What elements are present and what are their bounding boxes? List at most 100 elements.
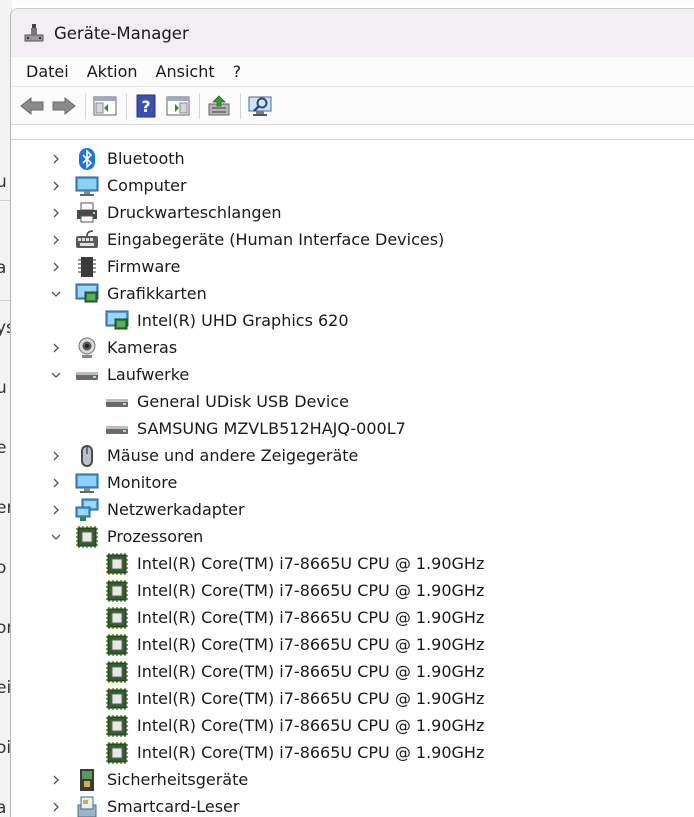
chevron-down-icon[interactable] <box>49 368 63 382</box>
background-text: a <box>0 258 7 278</box>
chevron-right-icon[interactable] <box>49 800 63 814</box>
device-manager-window: Geräte-Manager Datei Aktion Ansicht ? ? … <box>10 8 694 817</box>
chevron-right-icon[interactable] <box>49 233 63 247</box>
tree-category-item[interactable]: Bluetooth <box>49 145 185 172</box>
menu-help[interactable]: ? <box>224 62 251 81</box>
properties-icon <box>166 96 190 115</box>
tree-category-item[interactable]: Monitore <box>49 469 177 496</box>
toolbar-separator <box>126 92 127 119</box>
tree-item-label: Sicherheitsgeräte <box>107 770 249 789</box>
title-bar[interactable]: Geräte-Manager <box>11 9 694 57</box>
tree-item-label: Netzwerkadapter <box>107 500 245 519</box>
toolbar: ? <box>11 87 694 125</box>
back-button[interactable] <box>17 91 47 121</box>
tree-device-item[interactable]: Intel(R) Core(TM) i7-8665U CPU @ 1.90GHz <box>105 604 484 631</box>
tree-item-label: Laufwerke <box>107 365 190 384</box>
chevron-right-icon[interactable] <box>49 179 63 193</box>
tree-category-item[interactable]: Mäuse und andere Zeigegeräte <box>49 442 358 469</box>
network-adapter-icon <box>75 498 99 522</box>
chevron-down-icon[interactable] <box>49 530 63 544</box>
tree-category-item[interactable]: Sicherheitsgeräte <box>49 766 248 793</box>
tree-device-item[interactable]: Intel(R) Core(TM) i7-8665U CPU @ 1.90GHz <box>105 739 484 766</box>
tree-item-label: Intel(R) Core(TM) i7-8665U CPU @ 1.90GHz <box>137 581 485 600</box>
chevron-right-icon[interactable] <box>49 341 63 355</box>
svg-text:?: ? <box>141 97 150 116</box>
processor-icon <box>105 687 129 711</box>
computer-icon <box>75 174 99 198</box>
chevron-right-icon[interactable] <box>49 503 63 517</box>
chevron-right-icon[interactable] <box>49 152 63 166</box>
tree-category-item[interactable]: Prozessoren <box>49 523 203 550</box>
tree-category-item[interactable]: Grafikkarten <box>49 280 207 307</box>
tree-category-item[interactable]: Computer <box>49 172 187 199</box>
tree-device-item[interactable]: Intel(R) UHD Graphics 620 <box>105 307 349 334</box>
show-hide-console-tree-button[interactable] <box>90 91 120 121</box>
tree-category-item[interactable]: Smartcard-Leser <box>49 793 239 817</box>
background-text: e <box>0 438 7 458</box>
chevron-right-icon[interactable] <box>49 260 63 274</box>
chevron-right-icon[interactable] <box>49 773 63 787</box>
tree-device-item[interactable]: Intel(R) Core(TM) i7-8665U CPU @ 1.90GHz <box>105 658 484 685</box>
chevron-down-icon[interactable] <box>49 287 63 301</box>
tree-category-item[interactable]: Laufwerke <box>49 361 189 388</box>
smartcard-reader-icon <box>75 795 99 817</box>
menu-aktion[interactable]: Aktion <box>78 62 147 81</box>
tree-device-item[interactable]: Intel(R) Core(TM) i7-8665U CPU @ 1.90GHz <box>105 685 484 712</box>
background-text: u <box>0 378 7 398</box>
tree-device-item[interactable]: Intel(R) Core(TM) i7-8665U CPU @ 1.90GHz <box>105 631 484 658</box>
firmware-icon <box>75 255 99 279</box>
tree-category-item[interactable]: Kameras <box>49 334 177 361</box>
tree-item-label: Intel(R) Core(TM) i7-8665U CPU @ 1.90GHz <box>137 635 485 654</box>
processor-icon <box>105 552 129 576</box>
menu-ansicht[interactable]: Ansicht <box>147 62 224 81</box>
update-driver-icon <box>208 94 230 115</box>
toolbar-separator <box>240 92 241 119</box>
drive-icon <box>105 417 129 441</box>
tree-item-label: Computer <box>107 176 187 195</box>
tree-device-item[interactable]: Intel(R) Core(TM) i7-8665U CPU @ 1.90GHz <box>105 550 484 577</box>
forward-button[interactable] <box>49 91 79 121</box>
tree-item-label: General UDisk USB Device <box>137 392 349 411</box>
bluetooth-icon <box>75 147 99 171</box>
tree-device-item[interactable]: General UDisk USB Device <box>105 388 349 415</box>
tree-device-item[interactable]: SAMSUNG MZVLB512HAJQ-000L7 <box>105 415 406 442</box>
tree-category-item[interactable]: Eingabegeräte (Human Interface Devices) <box>49 226 444 253</box>
tree-item-label: Mäuse und andere Zeigegeräte <box>107 446 359 465</box>
tree-category-item[interactable]: Firmware <box>49 253 180 280</box>
display-adapter-icon <box>75 282 99 306</box>
tree-category-item[interactable]: Netzwerkadapter <box>49 496 245 523</box>
processor-icon <box>105 579 129 603</box>
menu-datei[interactable]: Datei <box>17 62 78 81</box>
processor-icon <box>105 714 129 738</box>
tree-device-item[interactable]: Intel(R) Core(TM) i7-8665U CPU @ 1.90GHz <box>105 577 484 604</box>
properties-button[interactable] <box>163 91 193 121</box>
background-text: a <box>0 798 7 817</box>
chevron-right-icon[interactable] <box>49 449 63 463</box>
show-hide-console-tree-icon <box>93 96 117 115</box>
scan-hardware-button[interactable] <box>245 91 275 121</box>
menu-bar: Datei Aktion Ansicht ? <box>11 57 694 87</box>
forward-icon <box>52 96 76 115</box>
tree-item-label: Druckwarteschlangen <box>107 203 282 222</box>
mouse-icon <box>75 444 99 468</box>
tree-item-label: Intel(R) Core(TM) i7-8665U CPU @ 1.90GHz <box>137 554 485 573</box>
scan-hardware-icon <box>248 96 272 116</box>
tree-item-label: Intel(R) UHD Graphics 620 <box>137 311 349 330</box>
chevron-right-icon[interactable] <box>49 476 63 490</box>
tree-item-label: Smartcard-Leser <box>107 797 240 816</box>
update-driver-button[interactable] <box>204 91 234 121</box>
tree-item-label: SAMSUNG MZVLB512HAJQ-000L7 <box>137 419 406 438</box>
chevron-right-icon[interactable] <box>49 206 63 220</box>
tree-item-label: Intel(R) Core(TM) i7-8665U CPU @ 1.90GHz <box>137 608 485 627</box>
toolbar-separator <box>85 92 86 119</box>
tree-category-item[interactable]: Druckwarteschlangen <box>49 199 282 226</box>
window-title: Geräte-Manager <box>54 23 189 43</box>
back-icon <box>20 96 44 115</box>
processor-icon <box>105 660 129 684</box>
tree-item-label: Eingabegeräte (Human Interface Devices) <box>107 230 445 249</box>
drive-icon <box>75 363 99 387</box>
processor-icon <box>105 606 129 630</box>
help-button[interactable]: ? <box>131 91 161 121</box>
device-tree[interactable]: Bluetooth Computer Druckwarteschlangen Eing… <box>11 139 694 817</box>
tree-device-item[interactable]: Intel(R) Core(TM) i7-8665U CPU @ 1.90GHz <box>105 712 484 739</box>
